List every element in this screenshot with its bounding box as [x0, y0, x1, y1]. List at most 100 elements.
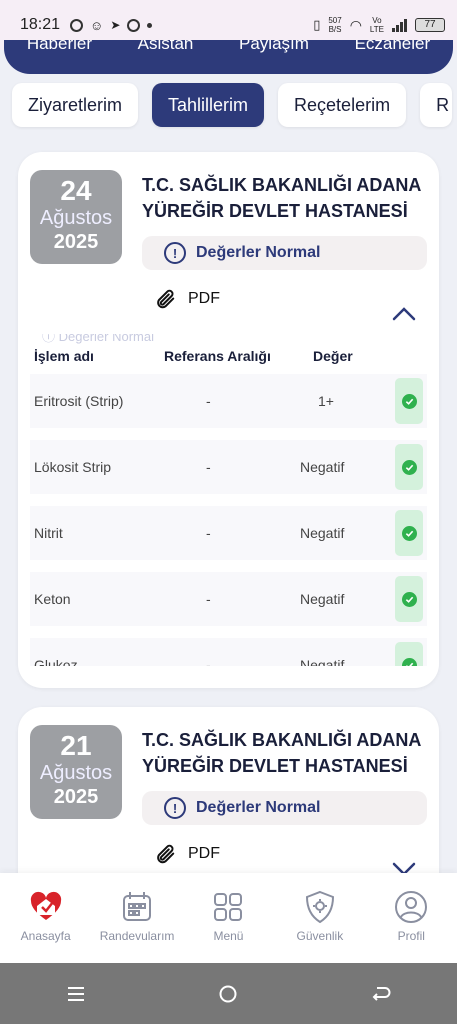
nav-label: Profil [397, 929, 425, 943]
table-row: Nitrit - Negatif [30, 506, 427, 560]
result-ok-badge [395, 510, 423, 556]
check-icon [401, 393, 417, 409]
volte-label: Vo LTE [369, 16, 384, 34]
chip-tahlillerim[interactable]: Tahlillerim [152, 83, 265, 127]
table-header: İşlem adı Referans Aralığı Değer [30, 348, 427, 370]
results-table[interactable]: ⓘ Değerler Normal İşlem adı Referans Ara… [30, 334, 427, 666]
info-icon: ! [164, 797, 186, 819]
status-pill: ! Değerler Normal [142, 236, 427, 270]
nav-randevularim[interactable]: Randevularım [92, 889, 182, 943]
paperclip-icon [157, 844, 175, 864]
profile-icon [395, 891, 428, 923]
table-row: Lökosit Strip - Negatif [30, 440, 427, 494]
tab-eczaneler[interactable]: Eczaneler [355, 40, 431, 54]
filter-chips: Ziyaretlerim Tahlillerim Reçetelerim R [12, 83, 453, 127]
nav-label: Güvenlik [296, 929, 344, 943]
status-text: Değerler Normal [196, 799, 321, 816]
nav-label: Anasayfa [20, 929, 71, 943]
pdf-label: PDF [188, 290, 220, 307]
row-value: Negatif [300, 591, 345, 607]
signal-icon [392, 18, 407, 32]
hospital-name: T.C. SAĞLIK BAKANLIĞI ADANA YÜREĞİR DEVL… [142, 175, 421, 221]
telegram-icon: ➤ [110, 18, 121, 32]
row-value: Negatif [300, 657, 345, 666]
chip-next[interactable]: R [420, 83, 453, 127]
row-range: - [206, 393, 211, 409]
row-value: Negatif [300, 525, 345, 541]
row-range: - [206, 591, 211, 607]
info-icon: ! [164, 242, 186, 264]
chevron-up-icon[interactable] [391, 306, 417, 322]
date-month: Ağustos [39, 762, 113, 784]
row-name: Nitrit [34, 525, 63, 541]
vibrate-icon: ▯ [313, 17, 321, 32]
table-row: Keton - Negatif [30, 572, 427, 626]
nav-profil[interactable]: Profil [366, 889, 456, 943]
row-value: 1+ [318, 393, 334, 409]
pdf-button[interactable]: PDF [154, 288, 220, 310]
result-ok-badge [395, 378, 423, 424]
row-value: Negatif [300, 459, 345, 475]
bottom-nav: Anasayfa Randevularım Menü Güvenlik Prof… [0, 873, 457, 963]
pdf-label: PDF [188, 845, 220, 862]
snapchat-icon: ☺ [90, 17, 104, 33]
row-name: Lökosit Strip [34, 459, 112, 475]
date-day: 24 [60, 175, 92, 206]
date-box: 24 Ağustos 2025 [30, 170, 122, 264]
result-ok-badge [395, 642, 423, 666]
row-name: Keton [34, 591, 71, 607]
row-range: - [206, 459, 211, 475]
header-range: Referans Aralığı [164, 348, 271, 364]
header-value: Değer [313, 348, 353, 364]
network-speed: 507 B/S [328, 16, 342, 34]
calendar-icon [123, 892, 152, 921]
wifi-icon: ◠ [349, 16, 362, 33]
battery-icon: 77 [415, 18, 445, 32]
nav-label: Randevularım [99, 929, 175, 943]
table-row: Eritrosit (Strip) - 1+ [30, 374, 427, 428]
row-name: Eritrosit (Strip) [34, 393, 124, 409]
tab-paylasim[interactable]: Paylaşım [239, 40, 309, 54]
more-notifications-icon [147, 22, 153, 28]
result-ok-badge [395, 444, 423, 490]
status-pill: ! Değerler Normal [142, 791, 427, 825]
check-icon [401, 459, 417, 475]
date-day: 21 [60, 730, 92, 761]
nav-anasayfa[interactable]: Anasayfa [1, 889, 91, 943]
scrolled-status-ghost: ⓘ Değerler Normal [42, 334, 154, 344]
hospital-name: T.C. SAĞLIK BAKANLIĞI ADANA YÜREĞİR DEVL… [142, 730, 421, 776]
tab-asistan[interactable]: Asistan [138, 40, 194, 54]
row-range: - [206, 525, 211, 541]
row-name: Glukoz [34, 657, 78, 666]
date-year: 2025 [53, 231, 99, 253]
top-tab-strip: Haberler Asistan Paylaşım Eczaneler [4, 40, 453, 74]
system-nav-bar [0, 963, 457, 1024]
lab-result-card[interactable]: 24 Ağustos 2025 T.C. SAĞLIK BAKANLIĞI AD… [18, 152, 439, 688]
nav-guvenlik[interactable]: Güvenlik [275, 889, 365, 943]
date-year: 2025 [53, 786, 99, 808]
result-ok-badge [395, 576, 423, 622]
home-icon[interactable] [218, 984, 238, 1004]
status-text: Değerler Normal [196, 244, 321, 261]
paperclip-icon [157, 289, 175, 309]
recent-apps-icon[interactable] [66, 985, 86, 1003]
chip-ziyaretlerim[interactable]: Ziyaretlerim [12, 83, 139, 127]
table-row: Glukoz - Negatif [30, 638, 427, 666]
grid-icon [214, 893, 243, 921]
shield-gear-icon [305, 890, 334, 924]
chip-recetelerim[interactable]: Reçetelerim [278, 83, 407, 127]
date-box: 21 Ağustos 2025 [30, 725, 122, 819]
heart-home-icon [30, 891, 61, 920]
nav-menu[interactable]: Menü [183, 889, 273, 943]
status-time: 18:21 [20, 16, 61, 33]
whatsapp-icon [70, 18, 84, 32]
nav-label: Menü [213, 929, 244, 943]
date-month: Ağustos [39, 207, 113, 229]
check-icon [401, 525, 417, 541]
pdf-button[interactable]: PDF [154, 843, 220, 865]
back-icon[interactable] [371, 985, 391, 1003]
check-icon [401, 591, 417, 607]
tab-haberler[interactable]: Haberler [27, 40, 92, 54]
check-icon [401, 657, 417, 666]
header-name: İşlem adı [34, 348, 94, 364]
